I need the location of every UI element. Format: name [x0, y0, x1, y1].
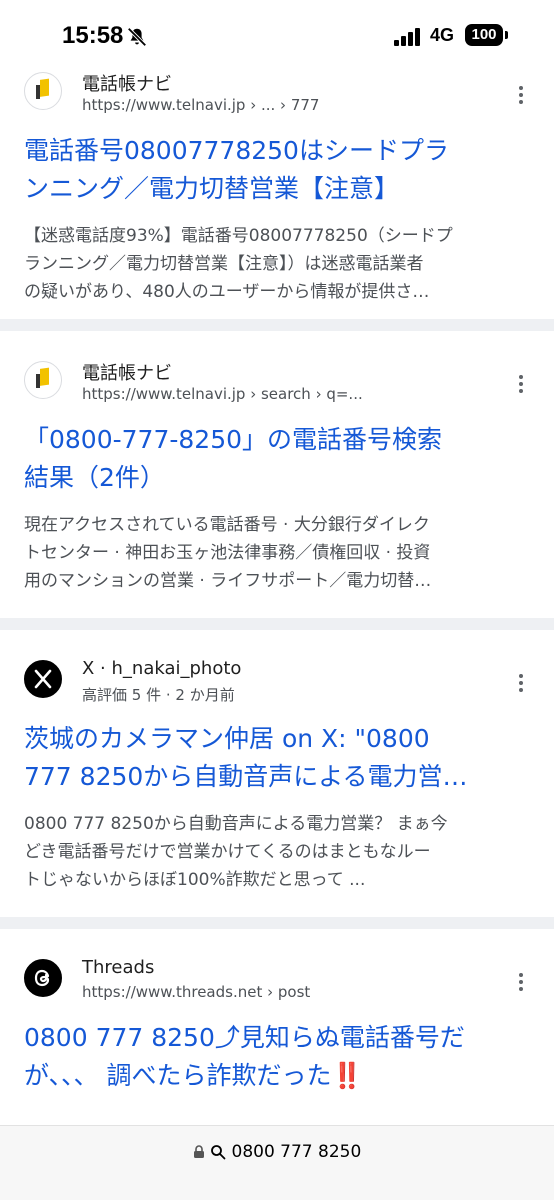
search-result[interactable]: 電話帳ナビ https://www.telnavi.jp › search › … [0, 331, 554, 618]
x-favicon [24, 660, 62, 698]
result-divider [0, 319, 554, 331]
result-snippet: 【迷惑電話度93%】電話番号08007778250（シードプ ランニング／電力切… [24, 222, 530, 306]
result-title[interactable]: 茨城のカメラマン仲居 on X: "0800 777 8250から自動音声による… [24, 720, 530, 796]
status-bar: 15:58 4G 100 [0, 0, 554, 70]
site-url: https://www.telnavi.jp › search › q=... [82, 385, 363, 403]
telnavi-favicon [24, 361, 62, 399]
title-line[interactable]: ンニング／電力切替営業【注意】 [24, 170, 530, 208]
search-result[interactable]: 電話帳ナビ https://www.telnavi.jp › ... › 777… [0, 64, 554, 319]
result-title[interactable]: 0800 777 8250⤴見知らぬ電話番号だ が、、、 調べたら詐欺だった‼️ [24, 1019, 530, 1095]
search-result[interactable]: Threads https://www.threads.net › post 0… [0, 929, 554, 1129]
site-name: X · h_nakai_photo [82, 658, 242, 679]
snippet-line: 用のマンションの営業 · ライフサポート／電力切替… [24, 571, 432, 591]
snippet-line: 現在アクセスされている電話番号 · 大分銀行ダイレク [24, 515, 430, 535]
battery-tip [505, 31, 508, 39]
bell-slash-icon [127, 27, 147, 47]
result-snippet: 現在アクセスされている電話番号 · 大分銀行ダイレク トセンター · 神田お玉ヶ… [24, 511, 530, 595]
search-results: 電話帳ナビ https://www.telnavi.jp › ... › 777… [0, 64, 554, 1129]
title-line[interactable]: 777 8250から自動音声による電力営… [24, 758, 530, 796]
snippet-line: 0800 777 8250から自動音声による電力営業？ まぁ今 [24, 814, 448, 834]
snippet-line: トじゃないからほぼ100%詐欺だと思って ... [24, 870, 366, 890]
more-vert-icon[interactable] [518, 674, 524, 696]
address-query[interactable]: 0800 777 8250 [232, 1142, 362, 1162]
network-type: 4G [430, 25, 455, 45]
more-vert-icon[interactable] [518, 375, 524, 397]
result-source[interactable]: 電話帳ナビ https://www.telnavi.jp › search › … [24, 353, 530, 413]
more-vert-icon[interactable] [518, 86, 524, 108]
title-line[interactable]: 0800 777 8250⤴見知らぬ電話番号だ [24, 1019, 530, 1057]
site-url: https://www.telnavi.jp › ... › 777 [82, 96, 320, 114]
result-source[interactable]: X · h_nakai_photo 高評価 5 件 · 2 か月前 [24, 652, 530, 712]
snippet-line: トセンター · 神田お玉ヶ池法律事務／債権回収 · 投資 [24, 543, 431, 563]
threads-favicon [24, 959, 62, 997]
browser-address-bar[interactable]: 0800 777 8250 [0, 1125, 554, 1200]
address-field[interactable]: 0800 777 8250 [0, 1142, 554, 1162]
site-name: 電話帳ナビ [82, 363, 172, 384]
snippet-line: 【迷惑電話度93%】電話番号08007778250（シードプ [24, 226, 453, 246]
lock-icon [193, 1145, 204, 1158]
search-icon [211, 1145, 226, 1160]
title-line[interactable]: 電話番号08007778250はシードプラ [24, 132, 530, 170]
signal-icon [394, 28, 424, 46]
more-vert-icon[interactable] [518, 973, 524, 995]
snippet-line: どき電話番号だけで営業かけてくるのはまともなルー [24, 842, 431, 862]
title-line[interactable]: 「0800-777-8250」の電話番号検索 [24, 421, 530, 459]
title-line[interactable]: 茨城のカメラマン仲居 on X: "0800 [24, 720, 530, 758]
result-snippet: 0800 777 8250から自動音声による電力営業？ まぁ今 どき電話番号だけ… [24, 810, 530, 894]
title-line[interactable]: 結果（2件） [24, 459, 530, 497]
result-source[interactable]: Threads https://www.threads.net › post [24, 951, 530, 1011]
result-title[interactable]: 「0800-777-8250」の電話番号検索 結果（2件） [24, 421, 530, 497]
snippet-line: ランニング／電力切替営業【注意】）は迷惑電話業者 [24, 254, 424, 274]
result-divider [0, 618, 554, 630]
result-divider [0, 917, 554, 929]
site-name: 電話帳ナビ [82, 74, 172, 95]
title-line[interactable]: が、、、 調べたら詐欺だった‼️ [24, 1057, 530, 1095]
snippet-line: の疑いがあり、480人のユーザーから情報が提供さ… [24, 282, 430, 302]
result-title[interactable]: 電話番号08007778250はシードプラ ンニング／電力切替営業【注意】 [24, 132, 530, 208]
battery-indicator: 100 [465, 24, 503, 46]
site-url: https://www.threads.net › post [82, 983, 311, 1001]
status-time: 15:58 [62, 22, 124, 49]
result-source[interactable]: 電話帳ナビ https://www.telnavi.jp › ... › 777 [24, 64, 530, 124]
site-name: Threads [82, 957, 155, 978]
telnavi-favicon [24, 72, 62, 110]
search-result[interactable]: X · h_nakai_photo 高評価 5 件 · 2 か月前 茨城のカメラ… [0, 630, 554, 917]
site-meta: 高評価 5 件 · 2 か月前 [82, 686, 235, 704]
